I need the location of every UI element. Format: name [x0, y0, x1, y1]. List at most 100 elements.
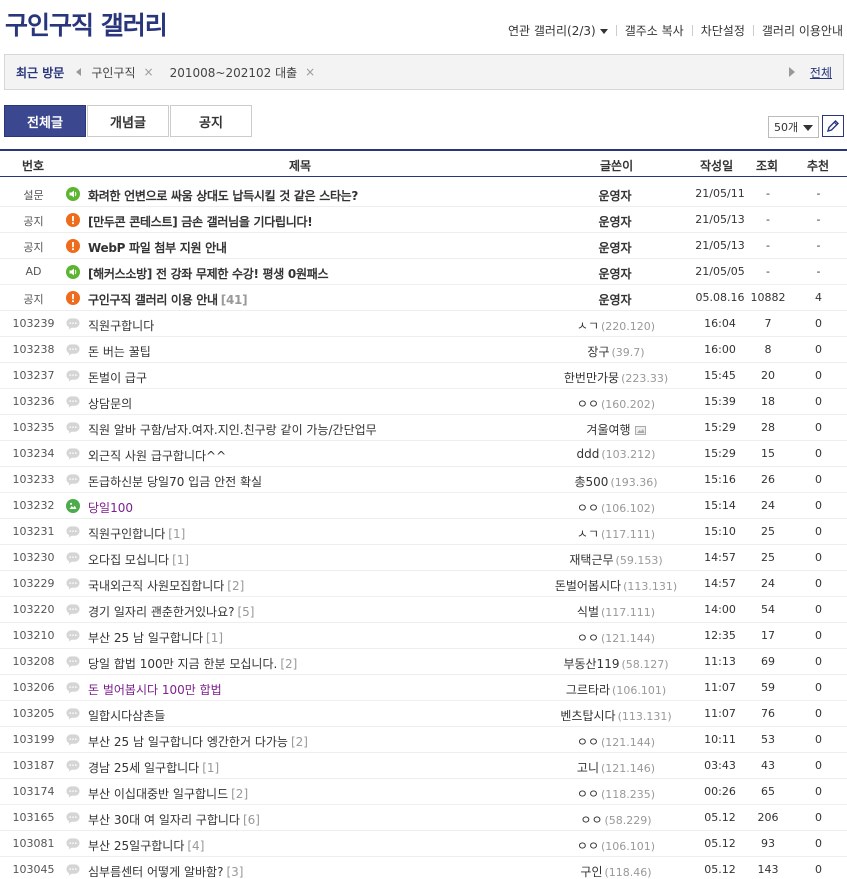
writer-name[interactable]: 운영자 — [598, 189, 631, 203]
writer-name[interactable]: 부동산119 — [563, 657, 619, 671]
writer-name[interactable]: ㅅㄱ — [577, 319, 599, 333]
post-writer[interactable]: 식벌 (117.111) — [520, 603, 712, 620]
post-writer[interactable]: 운영자 — [520, 265, 712, 282]
post-title-text[interactable]: 화려한 언변으로 싸움 상대도 납득시킬 것 같은 스타는? — [88, 189, 358, 203]
writer-name[interactable]: ㅇㅇ — [580, 813, 602, 827]
writer-name[interactable]: ㅇㅇ — [577, 501, 599, 515]
block-settings-link[interactable]: 차단설정 — [701, 22, 745, 39]
post-title[interactable]: [만두콘 콘테스트] 금손 갤러님을 기다립니다! — [88, 213, 315, 230]
writer-name[interactable]: 벤츠탑시다 — [560, 709, 615, 723]
post-writer[interactable]: ㅅㄱ (220.120) — [520, 317, 712, 334]
post-writer[interactable]: 재택근무 (59.153) — [520, 551, 712, 568]
post-title[interactable]: 부산 25 남 일구합니다 [1] — [88, 629, 223, 646]
reply-count[interactable]: [41] — [221, 293, 248, 307]
next-arrow-icon[interactable] — [789, 67, 795, 77]
post-title[interactable]: 일합시다삼촌들 — [88, 707, 168, 724]
post-title-text[interactable]: 국내외근직 사원모집합니다 — [88, 579, 224, 593]
gallery-guide-link[interactable]: 갤러리 이용안내 — [762, 22, 843, 39]
recent-item[interactable]: 201008~202102 대출 × — [170, 64, 316, 81]
writer-name[interactable]: 식벌 — [577, 605, 599, 619]
table-row[interactable]: 103081 부산 25일구합니다 [4] ㅇㅇ (106.101) 05.12 93 0 — [0, 831, 847, 857]
writer-name[interactable]: 운영자 — [598, 293, 631, 307]
list-count-select[interactable]: 50개 — [768, 116, 819, 138]
table-row[interactable]: 공지 WebP 파일 첨부 지원 안내 운영자 21/05/13 - - — [0, 233, 847, 259]
table-row[interactable]: 103235 직원 알바 구함/남자.여자.지인.친구랑 같이 가능/간단업무 겨울… — [0, 415, 847, 441]
table-row[interactable]: 103237 돈벌이 급구 한번만가뭉 (223.33) 15:45 20 0 — [0, 363, 847, 389]
post-writer[interactable]: ㅇㅇ (160.202) — [520, 395, 712, 412]
writer-name[interactable]: 운영자 — [598, 215, 631, 229]
post-title[interactable]: [해커스소방] 전 강좌 무제한 수강! 평생 0원패스 — [88, 265, 331, 282]
post-title[interactable]: 상담문의 — [88, 395, 135, 412]
post-title[interactable]: 화려한 언변으로 싸움 상대도 납득시킬 것 같은 스타는? — [88, 187, 361, 204]
writer-name[interactable]: 한번만가뭉 — [564, 371, 619, 385]
table-row[interactable]: 103234 외근직 사원 급구합니다^^ ddd (103.212) 15:29 15 0 — [0, 441, 847, 467]
post-title[interactable]: 돈 버는 꿀팁 — [88, 343, 154, 360]
post-writer[interactable]: ㅇㅇ (121.144) — [520, 733, 712, 750]
write-button[interactable] — [822, 115, 844, 137]
writer-name[interactable]: 총500 — [574, 475, 608, 489]
post-title-text[interactable]: [만두콘 콘테스트] 금손 갤러님을 기다립니다! — [88, 215, 313, 229]
gallery-title[interactable]: 구인구직 갤러리 — [5, 6, 168, 42]
table-row[interactable]: 103199 부산 25 남 일구합니다 엥간한거 다가능 [2] ㅇㅇ (121.14… — [0, 727, 847, 753]
post-writer[interactable]: ddd (103.212) — [520, 447, 712, 461]
writer-name[interactable]: ㅇㅇ — [577, 397, 599, 411]
reply-count[interactable]: [5] — [237, 605, 254, 619]
writer-name[interactable]: 그르타라 — [566, 683, 610, 697]
post-title[interactable]: 당일100 — [88, 499, 136, 516]
reply-count[interactable]: [1] — [172, 553, 189, 567]
table-row[interactable]: 103229 국내외근직 사원모집합니다 [2] 돈벌어봅시다 (113.131) 14:… — [0, 571, 847, 597]
table-row[interactable]: 103206 돈 벌어봅시다 100만 합법 그르타라 (106.101) 11:07 5… — [0, 675, 847, 701]
post-title-text[interactable]: 부산 25 남 일구합니다 엥간한거 다가능 — [88, 735, 288, 749]
post-title-text[interactable]: 부산 25 남 일구합니다 — [88, 631, 203, 645]
table-row[interactable]: 103236 상담문의 ㅇㅇ (160.202) 15:39 18 0 — [0, 389, 847, 415]
writer-name[interactable]: 운영자 — [598, 241, 631, 255]
writer-name[interactable]: 돈벌어봅시다 — [555, 579, 621, 593]
table-row[interactable]: 103210 부산 25 남 일구합니다 [1] ㅇㅇ (121.144) 12:35 17… — [0, 623, 847, 649]
post-writer[interactable]: 부동산119 (58.127) — [520, 655, 712, 672]
writer-name[interactable]: 재택근무 — [569, 553, 613, 567]
tab-all[interactable]: 전체글 — [4, 105, 86, 137]
post-writer[interactable]: 운영자 — [520, 213, 712, 230]
writer-name[interactable]: 장구 — [587, 345, 609, 359]
post-title-text[interactable]: 부산 25일구합니다 — [88, 839, 184, 853]
post-writer[interactable]: 고니 (121.146) — [520, 759, 712, 776]
post-title-text[interactable]: 직원 알바 구함/남자.여자.지인.친구랑 같이 가능/간단업무 — [88, 423, 377, 437]
post-title[interactable]: 구인구직 갤러리 이용 안내 [41] — [88, 291, 248, 308]
close-icon[interactable]: × — [144, 65, 154, 79]
post-title[interactable]: 부산 25 남 일구합니다 엥간한거 다가능 [2] — [88, 733, 308, 750]
close-icon[interactable]: × — [305, 65, 315, 79]
post-writer[interactable]: 장구 (39.7) — [520, 343, 712, 360]
post-writer[interactable]: ㅇㅇ (118.235) — [520, 785, 712, 802]
post-writer[interactable]: 그르타라 (106.101) — [520, 681, 712, 698]
reply-count[interactable]: [3] — [226, 865, 243, 879]
post-title[interactable]: 당일 합법 100만 지금 한분 모십니다. [2] — [88, 655, 297, 672]
post-title-text[interactable]: 돈 버는 꿀팁 — [88, 345, 151, 359]
writer-name[interactable]: 구인 — [580, 865, 602, 879]
table-row[interactable]: 공지 구인구직 갤러리 이용 안내 [41] 운영자 05.08.16 10882 4 — [0, 285, 847, 311]
tab-recommended[interactable]: 개념글 — [87, 105, 169, 137]
post-title-text[interactable]: 돈 벌어봅시다 100만 합법 — [88, 683, 222, 697]
table-row[interactable]: 103220 경기 일자리 괜춘한거있나요? [5] 식벌 (117.111) 14:00… — [0, 597, 847, 623]
post-title[interactable]: 국내외근직 사원모집합니다 [2] — [88, 577, 244, 594]
post-title-text[interactable]: [해커스소방] 전 강좌 무제한 수강! 평생 0원패스 — [88, 267, 328, 281]
post-writer[interactable]: 총500 (193.36) — [520, 473, 712, 490]
post-title-text[interactable]: 오다집 모십니다 — [88, 553, 169, 567]
post-writer[interactable]: 구인 (118.46) — [520, 863, 712, 879]
post-title[interactable]: 오다집 모십니다 [1] — [88, 551, 189, 568]
post-title[interactable]: 외근직 사원 급구합니다^^ — [88, 447, 229, 464]
post-writer[interactable]: 운영자 — [520, 239, 712, 256]
post-title[interactable]: 부산 25일구합니다 [4] — [88, 837, 204, 854]
reply-count[interactable]: [1] — [168, 527, 185, 541]
writer-name[interactable]: ㅇㅇ — [577, 839, 599, 853]
post-title[interactable]: 경기 일자리 괜춘한거있나요? [5] — [88, 603, 254, 620]
post-writer[interactable]: 운영자 — [520, 187, 712, 204]
post-writer[interactable]: 한번만가뭉 (223.33) — [520, 369, 712, 386]
reply-count[interactable]: [6] — [243, 813, 260, 827]
post-writer[interactable]: 겨울여행 — [520, 421, 712, 438]
post-title-text[interactable]: 당일 합법 100만 지금 한분 모십니다. — [88, 657, 277, 671]
post-title-text[interactable]: 부산 30대 여 일자리 구합니다 — [88, 813, 240, 827]
reply-count[interactable]: [4] — [187, 839, 204, 853]
post-title-text[interactable]: 직원구합니다 — [88, 319, 154, 333]
post-writer[interactable]: 벤츠탑시다 (113.131) — [520, 707, 712, 724]
table-row[interactable]: 103231 직원구인합니다 [1] ㅅㄱ (117.111) 15:10 25 0 — [0, 519, 847, 545]
